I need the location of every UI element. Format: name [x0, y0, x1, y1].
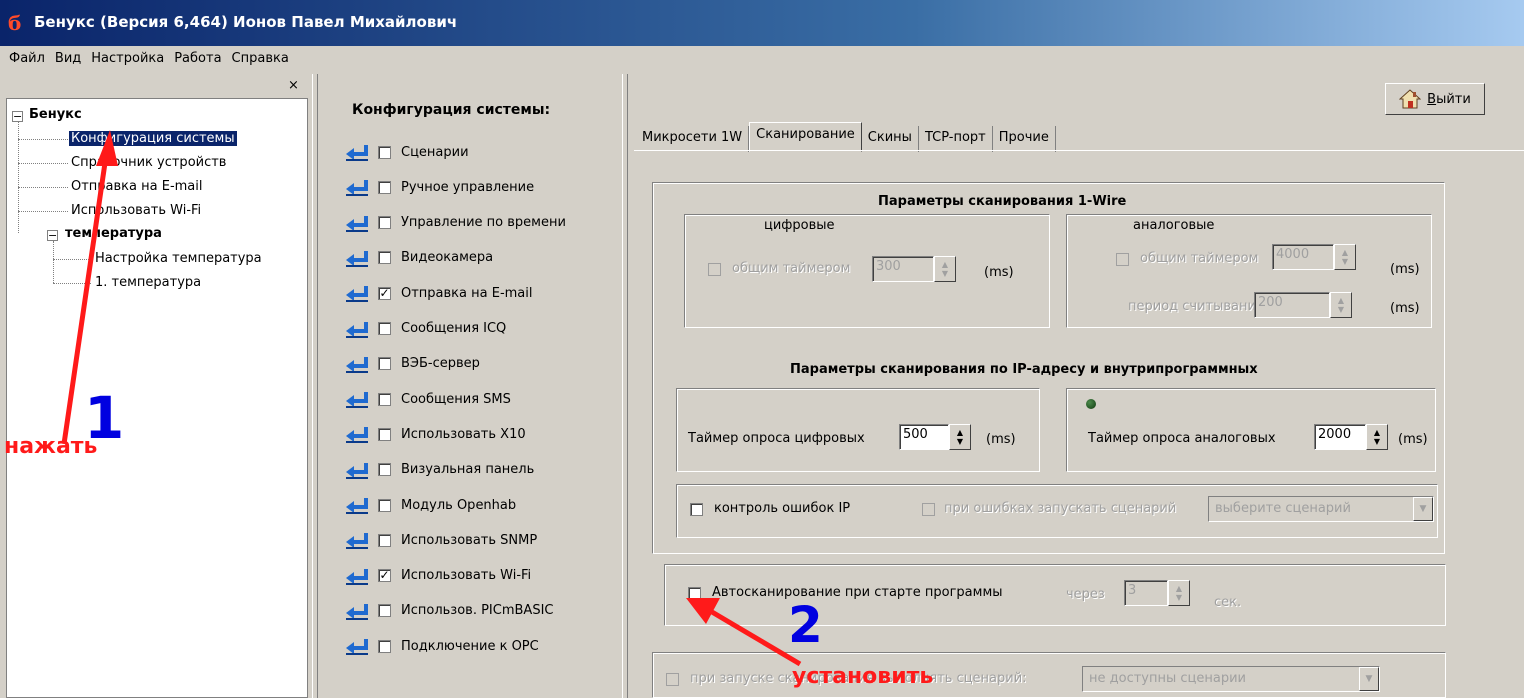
annotation-step-1: 1	[84, 384, 125, 452]
annotation-arrowhead-1	[96, 130, 118, 166]
annotation-set: установить	[792, 664, 934, 689]
annotation-arrow-2	[710, 609, 802, 667]
annotation-step-2: 2	[788, 596, 823, 654]
annotation-arrows	[61, 130, 802, 667]
